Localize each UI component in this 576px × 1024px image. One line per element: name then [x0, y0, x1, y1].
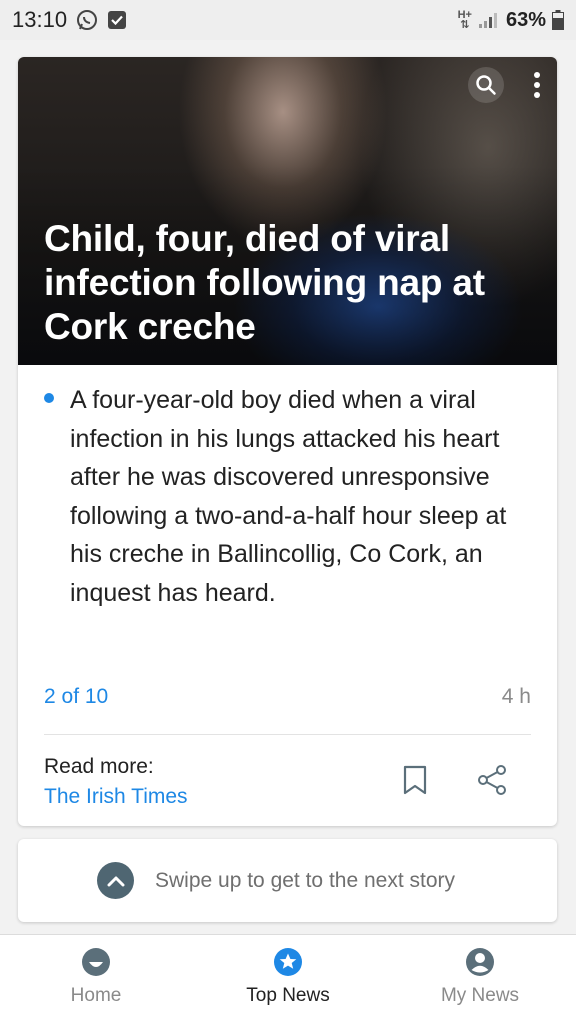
whatsapp-icon: [75, 8, 99, 32]
nav-label-top-news: Top News: [246, 985, 330, 1006]
story-counter: 2 of 10: [44, 685, 109, 708]
article-card[interactable]: Child, four, died of viral infection fol…: [18, 57, 557, 826]
battery-percent: 63%: [505, 8, 546, 31]
signal-icon: [478, 11, 500, 29]
more-vertical-icon: [534, 72, 540, 98]
person-icon: [465, 947, 495, 977]
swipe-hint-text: Swipe up to get to the next story: [155, 869, 456, 892]
nav-item-top-news[interactable]: Top News: [192, 935, 384, 1024]
status-left: 13:10: [12, 7, 127, 33]
swipe-up-button[interactable]: [97, 862, 134, 899]
search-icon: [476, 75, 496, 95]
nav-item-my-news[interactable]: My News: [384, 935, 576, 1024]
bottom-navigation: Home Top News My News: [0, 934, 576, 1024]
source-link[interactable]: The Irish Times: [44, 785, 188, 809]
star-icon: [273, 947, 303, 977]
search-button[interactable]: [468, 67, 504, 103]
battery-icon: [552, 10, 564, 30]
story-age: 4 h: [501, 685, 531, 708]
overflow-menu-button[interactable]: [523, 67, 551, 103]
article-title[interactable]: Child, four, died of viral infection fol…: [44, 217, 527, 349]
network-type-icon: H+ ⇅: [457, 9, 472, 31]
bookmark-icon: [403, 765, 427, 795]
smile-icon: [81, 947, 111, 977]
status-right: H+ ⇅ 63%: [458, 9, 564, 32]
status-bar: 13:10 H+ ⇅ 63%: [0, 0, 576, 40]
article-hero-image[interactable]: Child, four, died of viral infection fol…: [18, 57, 557, 365]
read-more-label: Read more:: [44, 755, 154, 778]
bullet-dot: [44, 393, 54, 403]
share-icon: [478, 765, 506, 795]
bookmark-button[interactable]: [400, 762, 430, 798]
nav-label-home: Home: [70, 985, 122, 1006]
nav-label-my-news: My News: [440, 985, 520, 1006]
swipe-hint-card[interactable]: Swipe up to get to the next story: [18, 839, 557, 922]
chevron-up-icon: [107, 876, 124, 886]
checkbox-notification-icon: [107, 10, 127, 30]
summary-text: A four-year-old boy died when a viral in…: [70, 386, 507, 607]
article-summary: A four-year-old boy died when a viral in…: [44, 381, 534, 612]
divider: [44, 734, 531, 735]
nav-item-home[interactable]: Home: [0, 935, 192, 1024]
status-time: 13:10: [12, 7, 68, 32]
share-button[interactable]: [474, 762, 510, 798]
